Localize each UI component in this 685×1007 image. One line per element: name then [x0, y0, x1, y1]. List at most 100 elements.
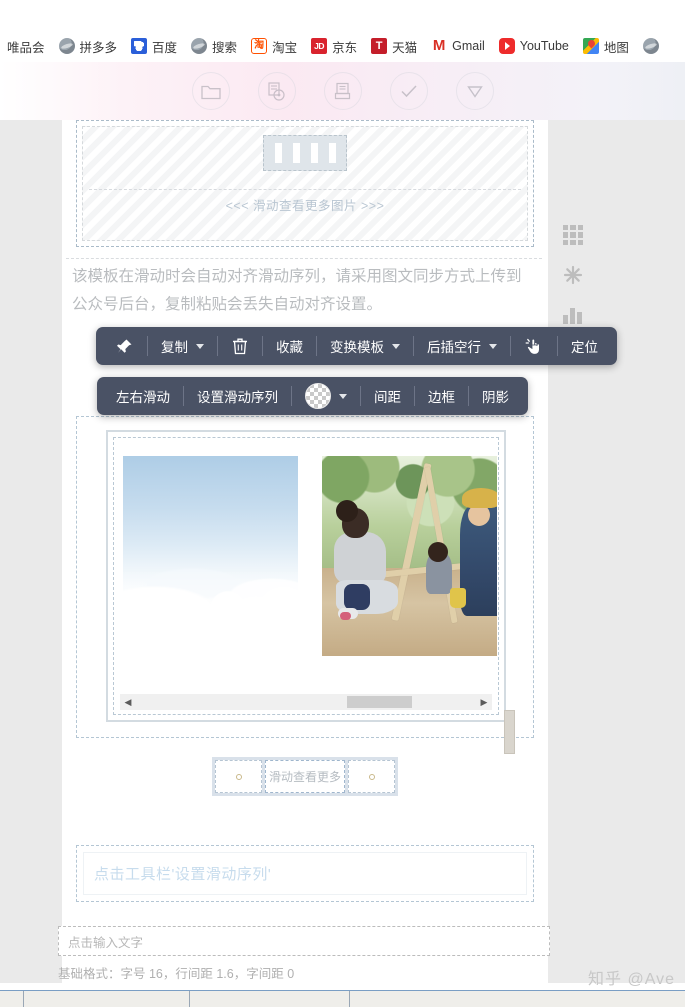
print-icon[interactable]: [323, 72, 362, 110]
photo-bucket: [450, 588, 466, 608]
click-hand-icon[interactable]: [511, 327, 557, 365]
slide-item[interactable]: [322, 456, 497, 656]
gmail-icon: M: [432, 37, 446, 54]
bookmark-label: 天猫: [392, 40, 418, 55]
favorite-button[interactable]: 收藏: [263, 327, 316, 365]
slider-indicator-row[interactable]: 滑动查看更多: [212, 757, 398, 796]
placeholder-inner: <<< 滑动查看更多图片 >>>: [82, 126, 528, 241]
grid-icon[interactable]: [560, 222, 586, 248]
chevron-down-circle-icon[interactable]: [455, 72, 494, 110]
text-input-placeholder-label: 点击输入文字: [68, 935, 144, 950]
snowflake-icon[interactable]: [560, 262, 586, 288]
slide-item[interactable]: [123, 456, 298, 656]
slide-track[interactable]: [123, 456, 497, 656]
scrollbar-thumb[interactable]: [346, 696, 412, 708]
bookmark-pinduoduo[interactable]: 拼多多: [52, 35, 125, 58]
bookmark-jd[interactable]: JD 京东: [304, 35, 364, 58]
bookmark-overflow[interactable]: [636, 36, 666, 56]
bookmark-label: Gmail: [452, 39, 485, 53]
bookmark-search[interactable]: 搜索: [184, 35, 244, 58]
bookmark-label: 搜索: [212, 40, 238, 55]
window-bottom-bar: [0, 990, 685, 1007]
youtube-icon: [498, 38, 515, 54]
chevron-down-icon[interactable]: [339, 393, 347, 399]
chevron-down-icon[interactable]: [489, 343, 497, 349]
bookmark-label: 拼多多: [79, 40, 118, 55]
filmstrip-icon: [263, 135, 347, 171]
check-circle-icon[interactable]: [389, 72, 428, 110]
left-gutter: [0, 120, 62, 983]
bookmarks-bar: 唯品会 拼多多 百度 搜索 淘 淘宝 JD 京东 T 天猫 M Gmail Yo…: [0, 30, 685, 62]
spacing-label: 间距: [374, 390, 401, 405]
scrollbar-track[interactable]: [136, 694, 476, 710]
photo-children-bamboo: [322, 456, 497, 656]
border-button[interactable]: 边框: [415, 377, 468, 415]
context-toolbar-primary: 复制 收藏 变换模板 后插空行 定位: [96, 327, 617, 365]
floating-icon-rail: [560, 222, 588, 342]
baidu-icon: [131, 38, 148, 54]
color-swatch-menu[interactable]: [292, 377, 360, 415]
taobao-icon: 淘: [251, 38, 268, 54]
spacing-button[interactable]: 间距: [361, 377, 414, 415]
bookmark-tmall[interactable]: T 天猫: [364, 35, 424, 58]
app-root: 唯品会 拼多多 百度 搜索 淘 淘宝 JD 京东 T 天猫 M Gmail Yo…: [0, 0, 685, 1007]
image-placeholder-block[interactable]: <<< 滑动查看更多图片 >>>: [76, 120, 534, 247]
transparency-swatch-icon[interactable]: [305, 383, 331, 409]
bookmark-label: YouTube: [519, 39, 569, 53]
photo-child-shorts: [344, 584, 370, 610]
bookmark-maps[interactable]: 地图: [576, 35, 636, 58]
photo-child-back-head: [428, 542, 448, 562]
bookmark-taobao[interactable]: 淘 淘宝: [244, 35, 304, 58]
border-label: 边框: [428, 390, 455, 405]
change-template-label: 变换模板: [330, 340, 384, 355]
indicator-dot-left[interactable]: [215, 760, 262, 793]
pin-icon[interactable]: [102, 327, 147, 365]
bookmark-gmail[interactable]: M Gmail: [424, 36, 492, 56]
template-description[interactable]: 该模板在滑动时会自动对齐滑动序列，请采用图文同步方式上传到公众号后台，复制粘贴会…: [66, 258, 542, 319]
bar-chart-icon[interactable]: [560, 302, 586, 328]
copy-menu[interactable]: 复制: [148, 327, 217, 365]
slide-horizontal-label: 左右滑动: [116, 390, 170, 405]
photo-child-shoe-accent: [340, 612, 351, 620]
indicator-more-label[interactable]: 滑动查看更多: [265, 760, 345, 793]
photo-adult-hat: [462, 488, 497, 508]
locate-button[interactable]: 定位: [558, 327, 611, 365]
photo-sky-clouds: [123, 456, 298, 656]
slider-frame[interactable]: ◀ ▶: [106, 430, 506, 722]
folder-icon[interactable]: [191, 72, 230, 110]
globe-icon: [58, 38, 75, 54]
slider-inner: ◀ ▶: [113, 437, 499, 715]
slide-horizontal-button[interactable]: 左右滑动: [103, 377, 183, 415]
bookmark-label: 地图: [603, 40, 629, 55]
bookmark-label: 京东: [332, 40, 358, 55]
slider-scrollbar[interactable]: ◀ ▶: [120, 694, 492, 710]
set-slide-sequence-label: 设置滑动序列: [197, 390, 278, 405]
resize-handle[interactable]: [504, 710, 515, 754]
change-template-menu[interactable]: 变换模板: [317, 327, 413, 365]
text-input-placeholder[interactable]: 点击输入文字: [58, 926, 550, 956]
media-disc-icon[interactable]: [257, 72, 296, 110]
bookmark-youtube[interactable]: YouTube: [492, 36, 576, 56]
insert-blank-line-menu[interactable]: 后插空行: [414, 327, 510, 365]
insert-blank-line-label: 后插空行: [427, 340, 481, 355]
hint-block-wrapper[interactable]: 点击工具栏'设置滑动序列': [76, 845, 534, 902]
watermark: 知乎 @Ave: [588, 971, 675, 988]
hint-text[interactable]: 点击工具栏'设置滑动序列': [83, 852, 527, 895]
photo-child-hair: [336, 500, 358, 522]
indicator-dot-right[interactable]: [348, 760, 395, 793]
trash-icon[interactable]: [218, 327, 262, 365]
shadow-button[interactable]: 阴影: [469, 377, 522, 415]
chevron-down-icon[interactable]: [196, 343, 204, 349]
tmall-icon: T: [371, 38, 388, 54]
scroll-right-arrow-icon[interactable]: ▶: [476, 694, 492, 710]
context-toolbar-secondary: 左右滑动 设置滑动序列 间距 边框 阴影: [97, 377, 528, 415]
copy-label: 复制: [161, 340, 188, 355]
bookmark-vipshop[interactable]: 唯品会: [0, 35, 52, 58]
window-bottom-seg: [0, 991, 24, 1007]
bookmark-label: 百度: [152, 40, 178, 55]
set-slide-sequence-button[interactable]: 设置滑动序列: [184, 377, 291, 415]
scroll-left-arrow-icon[interactable]: ◀: [120, 694, 136, 710]
favorite-label: 收藏: [276, 340, 303, 355]
chevron-down-icon[interactable]: [392, 343, 400, 349]
bookmark-baidu[interactable]: 百度: [124, 35, 184, 58]
